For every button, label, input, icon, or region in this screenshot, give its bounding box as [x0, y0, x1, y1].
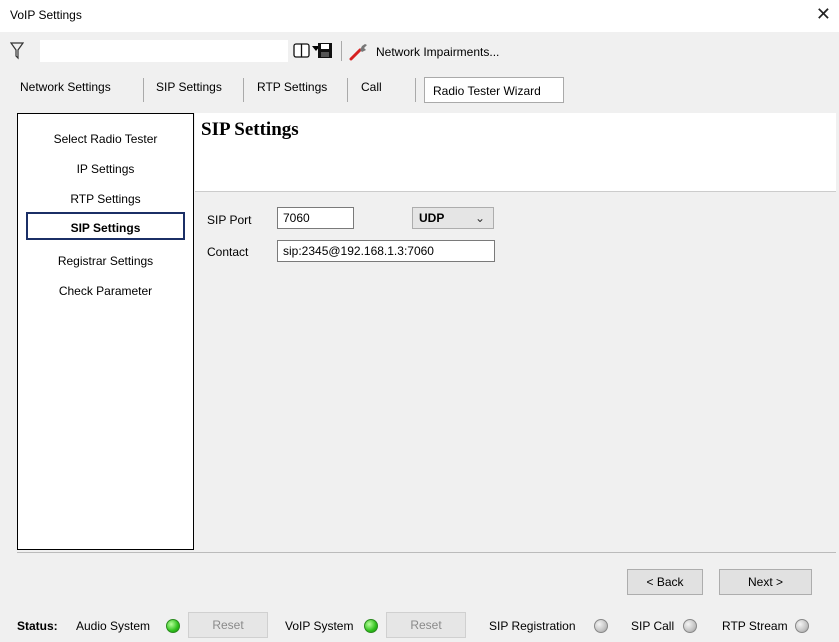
save-icon[interactable]	[317, 42, 333, 59]
tab-separator	[415, 78, 416, 102]
sip-port-input[interactable]: 7060	[277, 207, 354, 229]
step-sip-settings[interactable]: SIP Settings	[18, 221, 193, 235]
sip-registration-status-icon	[594, 619, 608, 633]
audio-system-status-icon	[166, 619, 180, 633]
filter-combo[interactable]	[40, 40, 320, 62]
protocol-select-value: UDP	[419, 211, 445, 225]
wizard-step-list: Select Radio Tester IP Settings RTP Sett…	[17, 113, 194, 550]
back-button[interactable]: < Back	[627, 569, 703, 595]
step-ip-settings[interactable]: IP Settings	[18, 162, 193, 176]
chevron-down-icon: ⌄	[474, 211, 485, 225]
toolbar-separator	[341, 41, 342, 61]
sip-port-label: SIP Port	[207, 213, 252, 227]
step-rtp-settings[interactable]: RTP Settings	[18, 192, 193, 206]
status-bar: Status: Audio System Reset VoIP System R…	[0, 609, 839, 642]
tab-separator	[243, 78, 244, 102]
columns-icon[interactable]	[293, 42, 310, 59]
sip-call-label: SIP Call	[631, 619, 675, 633]
title-bar: VoIP Settings ✕	[0, 0, 839, 32]
contact-label: Contact	[207, 245, 249, 259]
audio-reset-button[interactable]: Reset	[188, 612, 268, 638]
rtp-stream-status-icon	[795, 619, 809, 633]
tab-radio-tester-wizard[interactable]: Radio Tester Wizard	[424, 77, 564, 103]
panel-header: SIP Settings	[195, 113, 836, 192]
protocol-select[interactable]: UDP ⌄	[412, 207, 494, 229]
sip-registration-label: SIP Registration	[489, 619, 576, 633]
voip-system-status-icon	[364, 619, 378, 633]
contact-input[interactable]: sip:2345@192.168.1.3:7060	[277, 240, 495, 262]
next-button[interactable]: Next >	[719, 569, 812, 595]
tab-network-settings[interactable]: Network Settings	[20, 80, 111, 94]
tab-sip-settings[interactable]: SIP Settings	[156, 80, 222, 94]
sip-call-status-icon	[683, 619, 697, 633]
tab-radio-tester-wizard-label: Radio Tester Wizard	[433, 84, 541, 98]
window-title: VoIP Settings	[10, 8, 82, 22]
filter-icon[interactable]	[10, 42, 24, 60]
tab-separator	[143, 78, 144, 102]
audio-system-label: Audio System	[76, 619, 151, 633]
rtp-stream-label: RTP Stream	[722, 619, 788, 633]
sip-settings-panel: SIP Settings SIP Port 7060 UDP ⌄ Contact…	[195, 113, 836, 550]
tab-call[interactable]: Call	[361, 80, 382, 94]
tab-bar: Network Settings SIP Settings RTP Settin…	[0, 74, 839, 106]
network-impairments-button[interactable]: Network Impairments...	[376, 45, 499, 59]
step-select-radio-tester[interactable]: Select Radio Tester	[18, 132, 193, 146]
toolbar: Network Impairments...	[0, 38, 839, 64]
step-check-parameter[interactable]: Check Parameter	[18, 284, 193, 298]
voip-system-label: VoIP System	[285, 619, 354, 633]
tab-rtp-settings[interactable]: RTP Settings	[257, 80, 327, 94]
status-label: Status:	[17, 619, 58, 633]
page-title: SIP Settings	[201, 119, 299, 140]
step-registrar-settings[interactable]: Registrar Settings	[18, 254, 193, 268]
voip-reset-button[interactable]: Reset	[386, 612, 466, 638]
wrench-icon[interactable]	[349, 41, 369, 61]
divider	[17, 552, 836, 553]
tab-separator	[347, 78, 348, 102]
close-icon[interactable]: ✕	[816, 4, 831, 24]
